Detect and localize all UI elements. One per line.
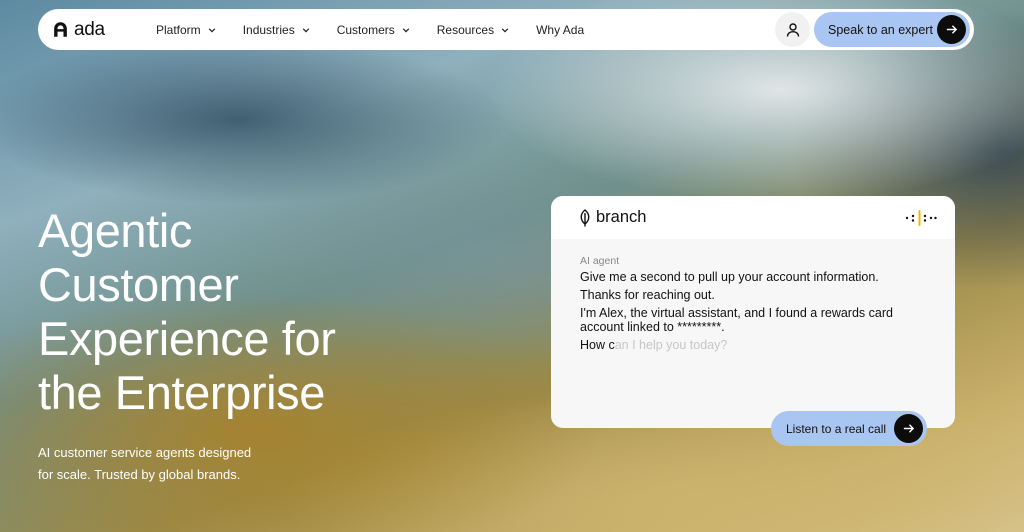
typing-visible-text: How c bbox=[580, 337, 615, 352]
speaker-label: AI agent bbox=[580, 255, 620, 267]
main-menu: Platform Industries Customers Resources … bbox=[142, 23, 584, 37]
chevron-down-icon bbox=[501, 27, 509, 32]
account-button[interactable] bbox=[775, 12, 810, 47]
hero-subtitle-line: AI customer service agents designed bbox=[38, 445, 252, 460]
chevron-down-icon bbox=[402, 27, 409, 32]
arrow-right-icon bbox=[937, 15, 966, 44]
conversation-transcript: AI agent Give me a second to pull up you… bbox=[551, 239, 955, 352]
menu-item-why-ada[interactable]: Why Ada bbox=[536, 23, 584, 37]
chevron-down-icon bbox=[302, 27, 309, 32]
typing-faded-text: an I help you today? bbox=[614, 337, 728, 352]
listen-to-call-button[interactable]: Listen to a real call bbox=[771, 411, 927, 446]
transcript-line: Thanks for reaching out. bbox=[580, 288, 715, 302]
hero-subtitle-line: for scale. Trusted by global brands. bbox=[38, 467, 241, 482]
brand-logo: branch bbox=[578, 208, 646, 227]
card-header: branch bbox=[551, 196, 955, 239]
logo-text: ada bbox=[74, 18, 105, 40]
ada-logo[interactable]: ada bbox=[52, 19, 142, 41]
menu-item-platform[interactable]: Platform bbox=[156, 23, 216, 37]
hero-title-line: the Enterprise bbox=[38, 366, 326, 419]
listen-label: Listen to a real call bbox=[786, 421, 887, 436]
top-navigation: ada Platform Industries Customers Resour… bbox=[38, 9, 974, 50]
menu-item-industries[interactable]: Industries bbox=[243, 23, 310, 37]
menu-item-label: Resources bbox=[436, 22, 495, 37]
chevron-down-icon bbox=[208, 27, 215, 32]
menu-item-label: Customers bbox=[336, 22, 395, 37]
transcript-line-typing: How can I help you today? bbox=[580, 337, 920, 353]
hero-title-line: Customer bbox=[38, 258, 239, 311]
menu-item-label: Industries bbox=[242, 22, 295, 37]
hero-title-line: Agentic bbox=[38, 204, 192, 257]
brand-name: branch bbox=[596, 208, 647, 226]
ada-logo-icon bbox=[54, 22, 67, 37]
speak-to-expert-button[interactable]: Speak to an expert bbox=[814, 12, 970, 47]
audio-wave-icon bbox=[905, 210, 937, 226]
cta-label: Speak to an expert bbox=[828, 22, 933, 37]
transcript-line: I'm Alex, the virtual assistant, and I f… bbox=[580, 306, 893, 334]
leaf-icon bbox=[580, 208, 590, 226]
hero-subtitle: AI customer service agents designed for … bbox=[38, 442, 298, 486]
arrow-right-icon bbox=[894, 414, 923, 443]
hero-title: Agentic Customer Experience for the Ente… bbox=[38, 204, 458, 420]
menu-item-customers[interactable]: Customers bbox=[337, 23, 410, 37]
menu-item-label: Why Ada bbox=[536, 22, 585, 37]
transcript-line: Give me a second to pull up your account… bbox=[580, 270, 879, 284]
menu-item-resources[interactable]: Resources bbox=[437, 23, 509, 37]
menu-item-label: Platform bbox=[156, 22, 201, 37]
demo-conversation-card: branch AI agent Give me a second to pull… bbox=[551, 196, 955, 428]
hero-title-line: Experience for bbox=[38, 312, 336, 365]
user-icon bbox=[786, 22, 799, 37]
